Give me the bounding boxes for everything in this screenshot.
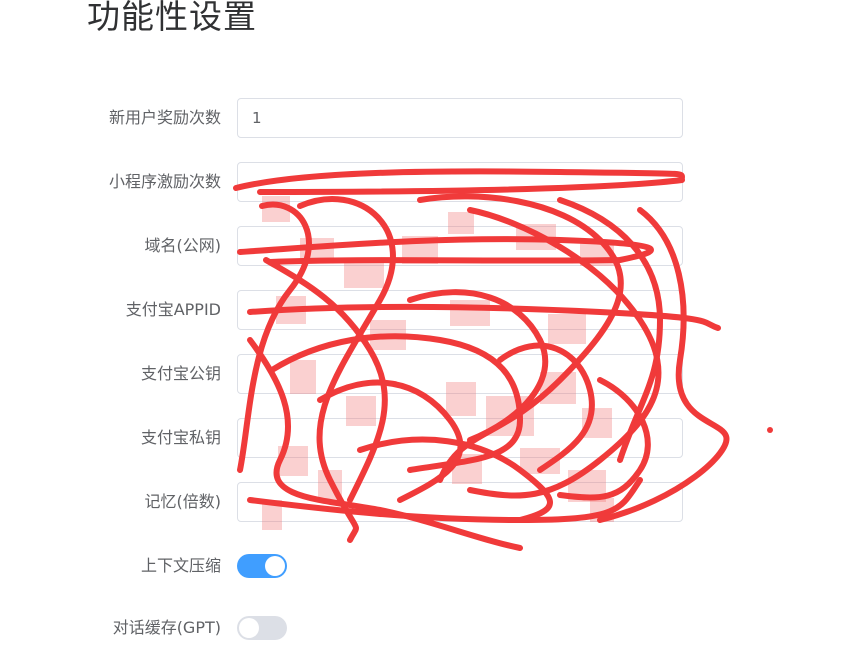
- miniprogram-reward-label: 小程序激励次数: [108, 172, 221, 191]
- memory-multiplier-label: 记忆(倍数): [144, 492, 222, 511]
- settings-page: 功能性设置 新用户奖励次数 小程序激励次数 域名(公网) 支付宝APPID 支付…: [0, 0, 854, 659]
- domain-label: 域名(公网): [144, 236, 222, 255]
- form-row-domain: 域名(公网): [0, 226, 854, 266]
- context-compression-label: 上下文压缩: [140, 556, 221, 575]
- page-title: 功能性设置: [87, 0, 257, 36]
- alipay-public-key-input[interactable]: [237, 354, 683, 394]
- form-row-memory-multiplier: 记忆(倍数): [0, 482, 854, 522]
- gpt-cache-label: 对话缓存(GPT): [112, 618, 221, 637]
- miniprogram-reward-input[interactable]: [237, 162, 683, 202]
- alipay-appid-input[interactable]: [237, 290, 683, 330]
- new-user-reward-input[interactable]: [237, 98, 683, 138]
- domain-input[interactable]: [237, 226, 683, 266]
- switch-knob: [239, 618, 259, 638]
- alipay-public-key-label: 支付宝公钥: [140, 364, 221, 383]
- switch-knob: [265, 556, 285, 576]
- form-row-alipay-public-key: 支付宝公钥: [0, 354, 854, 394]
- alipay-appid-label: 支付宝APPID: [125, 300, 221, 319]
- memory-multiplier-input[interactable]: [237, 482, 683, 522]
- form-row-gpt-cache: 对话缓存(GPT): [0, 608, 854, 648]
- gpt-cache-switch[interactable]: [237, 616, 287, 640]
- form-row-new-user-reward: 新用户奖励次数: [0, 98, 854, 138]
- new-user-reward-label: 新用户奖励次数: [108, 108, 221, 127]
- alipay-private-key-label: 支付宝私钥: [140, 428, 221, 447]
- form-row-alipay-appid: 支付宝APPID: [0, 290, 854, 330]
- form-row-context-compression: 上下文压缩: [0, 546, 854, 586]
- form-row-alipay-private-key: 支付宝私钥: [0, 418, 854, 458]
- context-compression-switch[interactable]: [237, 554, 287, 578]
- alipay-private-key-input[interactable]: [237, 418, 683, 458]
- form-row-miniprogram-reward: 小程序激励次数: [0, 162, 854, 202]
